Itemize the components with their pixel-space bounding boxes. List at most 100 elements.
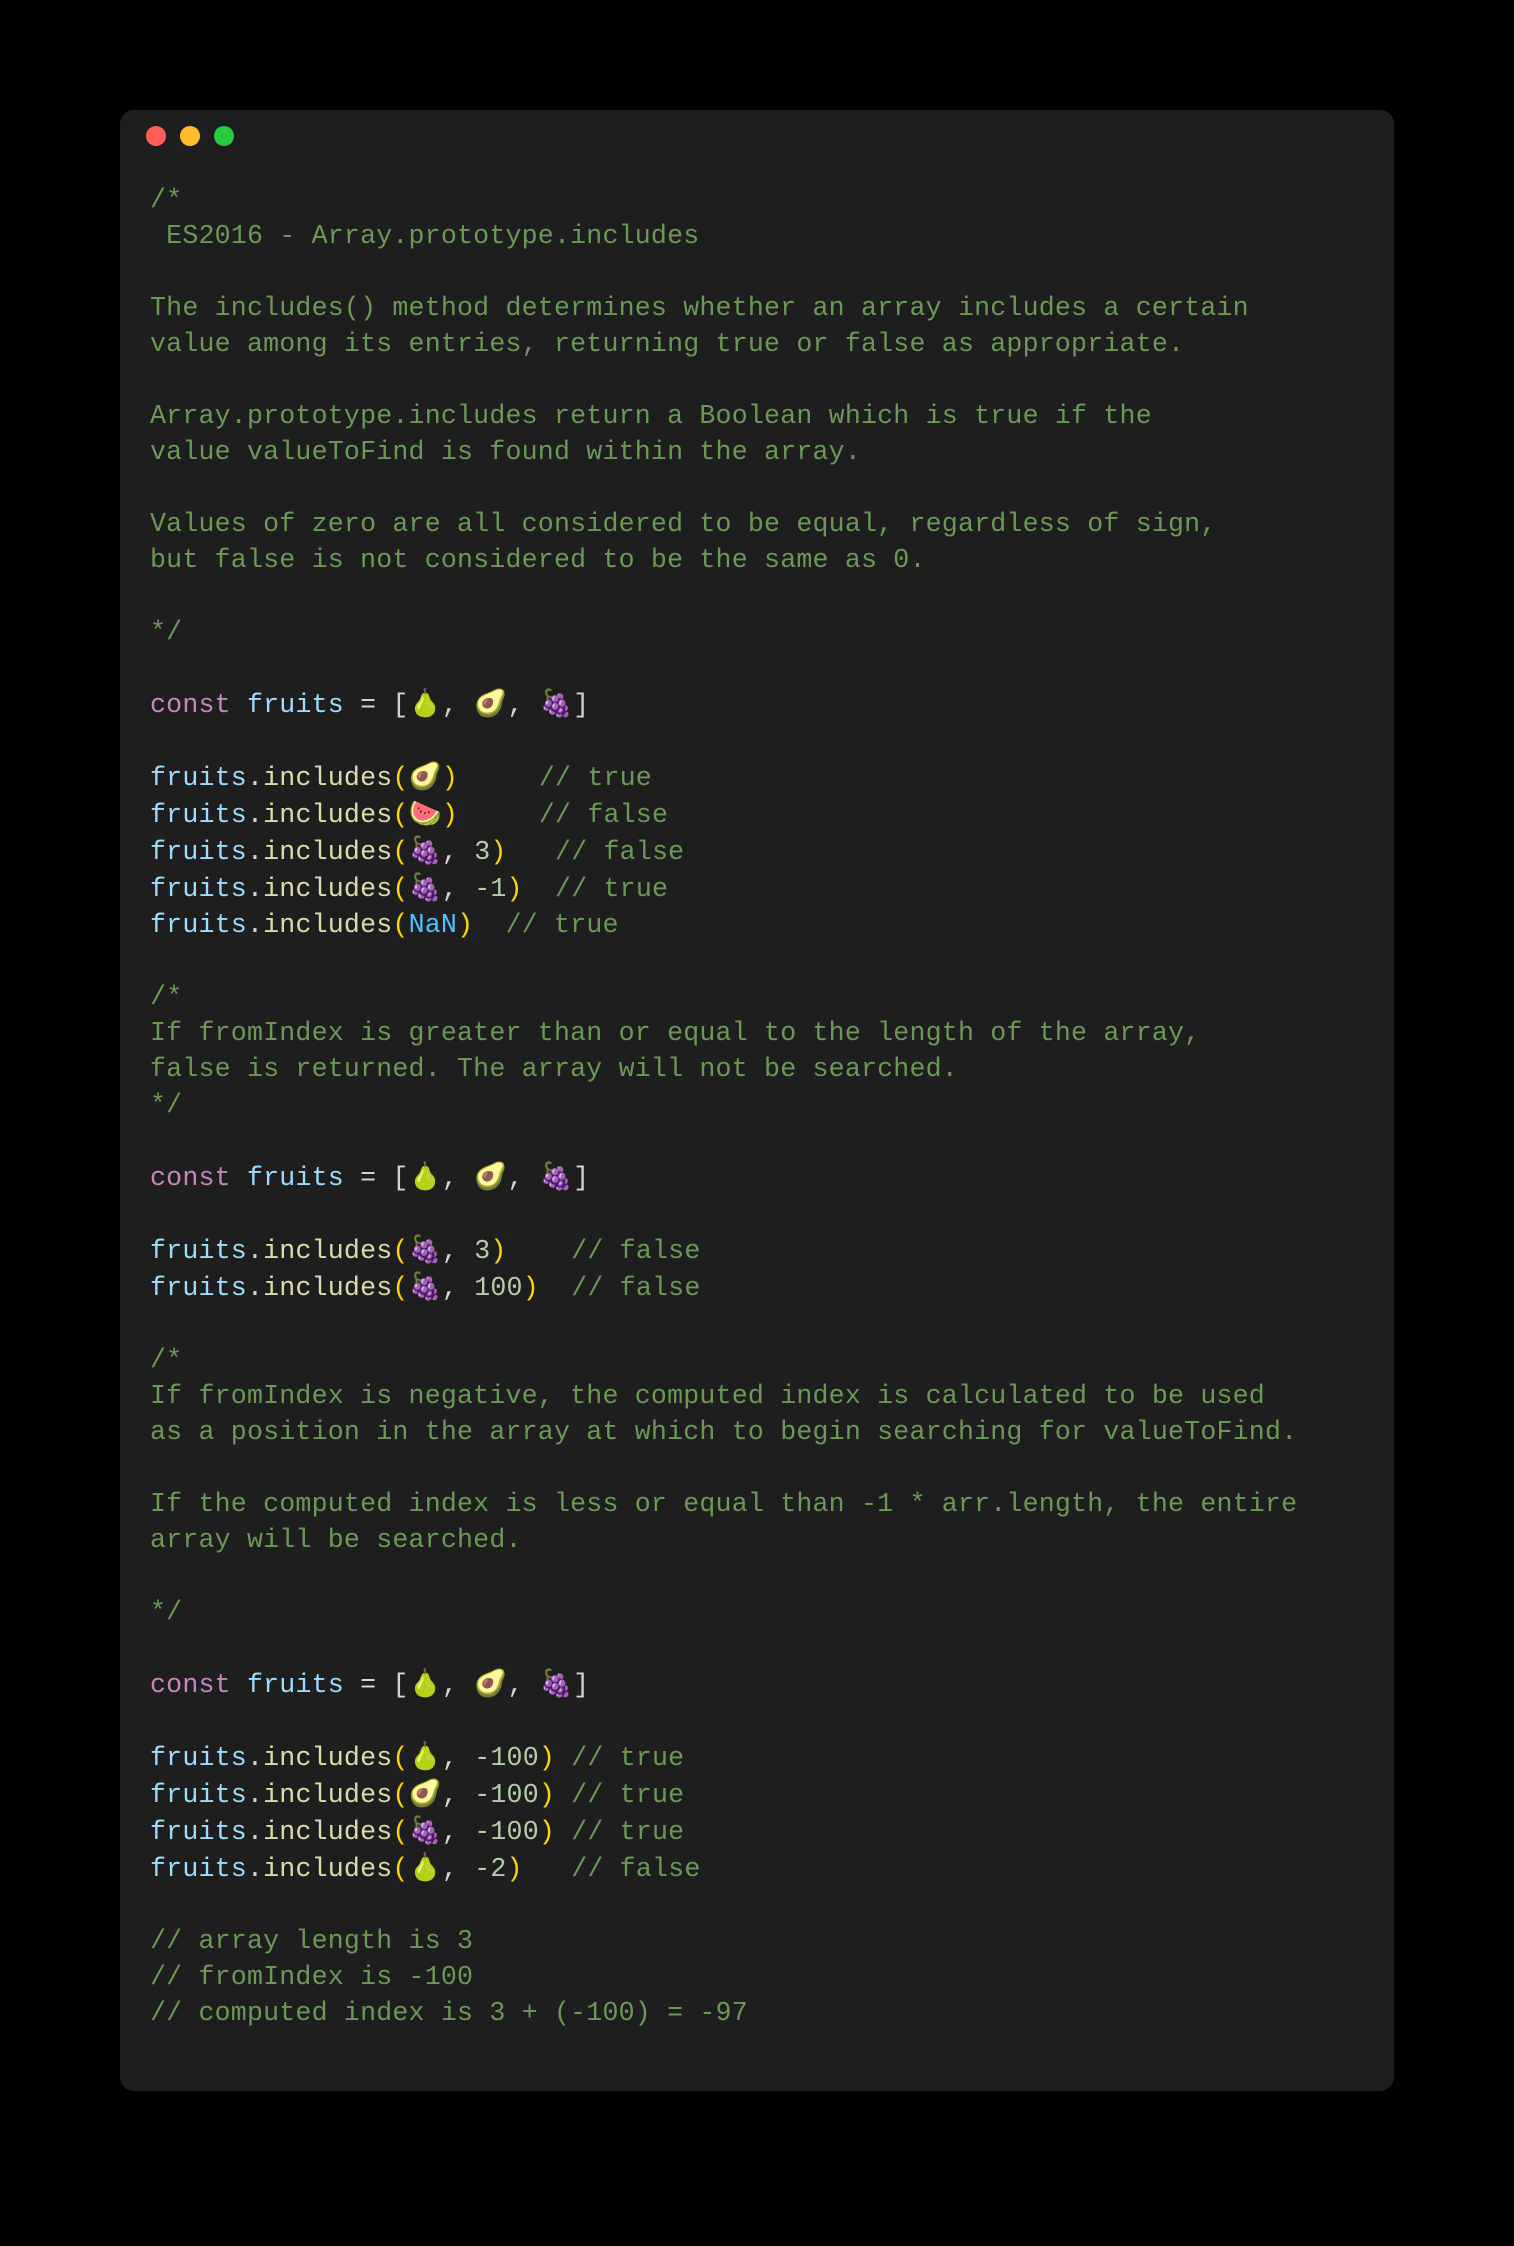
dot: . [247,1817,263,1847]
paren-open: ( [392,1817,408,1847]
identifier-fruits: fruits [150,1780,247,1810]
bracket-close: ] [573,1163,589,1193]
comma: , [442,690,474,720]
inline-comment: // true [555,874,668,904]
identifier-fruits: fruits [150,910,247,940]
dot: . [247,800,263,830]
bracket-close: ] [573,1670,589,1700]
emoji-grapes: 🍇 [409,1815,442,1846]
comma: , [442,1273,474,1303]
paren-close: ) [507,1854,523,1884]
emoji-avocado: 🥑 [474,1668,507,1699]
comma: , [442,1854,474,1884]
comma: , [508,690,540,720]
identifier-fruits: fruits [150,800,247,830]
line-comment: // fromIndex is -100 [150,1962,473,1992]
inline-comment: // true [571,1817,684,1847]
func-includes: includes [263,1273,392,1303]
emoji-avocado: 🥑 [409,761,442,792]
paren-close: ) [539,1743,555,1773]
paren-close: ) [442,800,458,830]
line-comment: // computed index is 3 + (-100) = -97 [150,1998,748,2028]
bracket-open: [ [392,690,408,720]
identifier-fruits: fruits [150,1817,247,1847]
inline-comment: // true [506,910,619,940]
func-includes: includes [263,874,392,904]
func-includes: includes [263,1854,392,1884]
paren-close: ) [457,910,473,940]
paren-open: ( [392,1743,408,1773]
paren-close: ) [523,1273,539,1303]
comma: , [442,874,474,904]
inline-comment: // false [555,837,684,867]
emoji-avocado: 🥑 [474,1161,507,1192]
comma: , [508,1670,540,1700]
paren-open: ( [392,910,408,940]
bracket-open: [ [392,1163,408,1193]
emoji-grapes: 🍇 [540,688,573,719]
inline-comment: // false [571,1273,700,1303]
func-includes: includes [263,1743,392,1773]
paren-open: ( [392,1236,408,1266]
inline-comment: // false [571,1854,700,1884]
emoji-grapes: 🍇 [540,1161,573,1192]
dot: . [247,874,263,904]
emoji-pear: 🍐 [409,1741,442,1772]
inline-comment: // true [539,763,652,793]
emoji-pear: 🍐 [409,1852,442,1883]
paren-open: ( [392,1854,408,1884]
number-literal: -2 [474,1854,506,1884]
emoji-pear: 🍐 [409,1161,442,1192]
identifier-fruits: fruits [247,1163,344,1193]
dot: . [247,837,263,867]
traffic-minimize-icon[interactable] [180,126,200,146]
traffic-close-icon[interactable] [146,126,166,146]
paren-close: ) [490,837,506,867]
emoji-grapes: 🍇 [409,835,442,866]
number-literal: 3 [474,837,490,867]
func-includes: includes [263,1817,392,1847]
traffic-zoom-icon[interactable] [214,126,234,146]
emoji-grapes: 🍇 [409,1234,442,1265]
dot: . [247,1236,263,1266]
number-literal: 100 [474,1273,522,1303]
keyword-const: const [150,690,231,720]
comma: , [442,837,474,867]
emoji-pear: 🍐 [409,1668,442,1699]
block-comment: /* If fromIndex is negative, the compute… [150,1345,1297,1627]
identifier-fruits: fruits [150,837,247,867]
identifier-fruits: fruits [150,1273,247,1303]
identifier-fruits: fruits [150,874,247,904]
inline-comment: // true [571,1743,684,1773]
paren-close: ) [442,763,458,793]
equals: = [344,690,392,720]
window-titlebar [120,110,1394,162]
comma: , [442,1817,474,1847]
dot: . [247,1743,263,1773]
func-includes: includes [263,763,392,793]
keyword-const: const [150,1670,231,1700]
number-literal: 3 [474,1236,490,1266]
emoji-grapes: 🍇 [409,1271,442,1302]
paren-open: ( [392,800,408,830]
paren-open: ( [392,1780,408,1810]
inline-comment: // false [571,1236,700,1266]
paren-open: ( [392,874,408,904]
identifier-fruits: fruits [150,763,247,793]
number-literal: -100 [474,1780,539,1810]
identifier-fruits: fruits [150,1854,247,1884]
paren-close: ) [539,1817,555,1847]
func-includes: includes [263,837,392,867]
bracket-open: [ [392,1670,408,1700]
dot: . [247,763,263,793]
dot: . [247,910,263,940]
comma: , [442,1670,474,1700]
number-literal: -1 [474,874,506,904]
emoji-watermelon: 🍉 [409,798,442,829]
equals: = [344,1163,392,1193]
comma: , [442,1780,474,1810]
emoji-avocado: 🥑 [474,688,507,719]
inline-comment: // true [571,1780,684,1810]
dot: . [247,1273,263,1303]
dot: . [247,1854,263,1884]
